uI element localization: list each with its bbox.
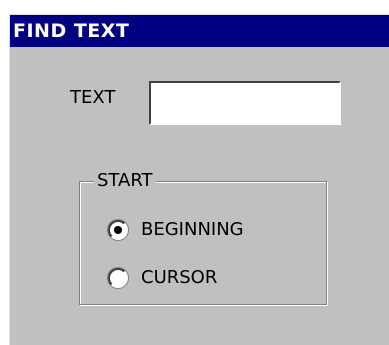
radio-label-cursor: CURSOR <box>141 267 218 288</box>
start-group-legend: START <box>94 169 156 193</box>
text-input[interactable] <box>149 81 341 125</box>
start-groupbox: START BEGINNING CURSOR <box>79 169 327 305</box>
title-bar[interactable]: FIND TEXT <box>10 15 389 47</box>
radio-option-cursor[interactable]: CURSOR <box>108 266 217 290</box>
text-field-label: TEXT <box>70 87 116 108</box>
radio-button-cursor[interactable] <box>108 268 128 288</box>
find-text-dialog: FIND TEXT TEXT START BEGINNING CURSOR <box>9 14 389 345</box>
radio-label-beginning: BEGINNING <box>141 219 244 240</box>
radio-button-beginning[interactable] <box>108 220 128 240</box>
radio-selected-dot-icon <box>114 226 122 234</box>
radio-option-beginning[interactable]: BEGINNING <box>108 218 244 242</box>
